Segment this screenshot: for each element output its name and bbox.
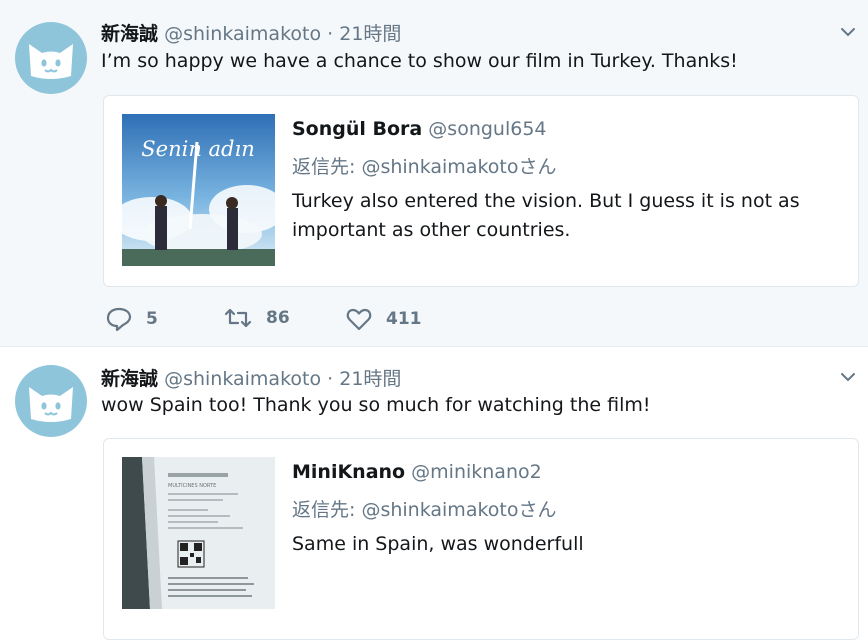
chevron-down-icon[interactable] bbox=[840, 24, 856, 40]
quoted-author-name[interactable]: Songül Bora bbox=[292, 118, 422, 140]
reply-prefix: 返信先: bbox=[292, 499, 356, 521]
timestamp[interactable]: 21時間 bbox=[339, 23, 401, 45]
timestamp[interactable]: 21時間 bbox=[339, 368, 401, 390]
reply-mention[interactable]: @shinkaimakotoさん bbox=[361, 156, 556, 178]
ticket-photo-image[interactable]: MULTICINES NORTE bbox=[122, 457, 275, 609]
movie-poster-icon: Senin adın bbox=[122, 114, 275, 266]
retweet-count: 86 bbox=[266, 308, 290, 328]
ticket-title: MULTICINES NORTE bbox=[168, 483, 216, 489]
reply-count: 5 bbox=[146, 309, 158, 329]
quoted-author-name[interactable]: MiniKnano bbox=[292, 461, 405, 483]
retweet-button[interactable]: 86 bbox=[224, 307, 290, 329]
retweet-icon bbox=[224, 308, 252, 328]
reply-context: 返信先: @shinkaimakotoさん bbox=[292, 152, 556, 179]
quoted-tweet[interactable]: Senin adın Songül Bora @songul654 返信先: @… bbox=[103, 95, 859, 287]
author-handle[interactable]: @shinkaimakoto bbox=[164, 368, 321, 390]
tweet[interactable]: 新海誠 @shinkaimakoto · 21時間 wow Spain too!… bbox=[0, 347, 868, 640]
poster-title: Senin adın bbox=[141, 137, 254, 161]
reply-button[interactable]: 5 bbox=[106, 307, 158, 331]
tweet[interactable]: 新海誠 @shinkaimakoto · 21時間 I’m so happy w… bbox=[0, 0, 868, 347]
quoted-author-handle[interactable]: @songul654 bbox=[428, 118, 546, 140]
quoted-text: Same in Spain, was wonderfull bbox=[292, 533, 584, 555]
movie-poster-image[interactable]: Senin adın bbox=[122, 114, 275, 266]
quoted-tweet[interactable]: MULTICINES NORTE MiniKnano @miniknano2 返… bbox=[103, 438, 859, 640]
cat-face-icon bbox=[29, 44, 73, 79]
author-name[interactable]: 新海誠 bbox=[101, 368, 158, 390]
author-handle[interactable]: @shinkaimakoto bbox=[164, 23, 321, 45]
tweet-header: 新海誠 @shinkaimakoto · 21時間 bbox=[101, 364, 401, 391]
quoted-author[interactable]: MiniKnano @miniknano2 bbox=[292, 461, 542, 483]
tweet-text: I’m so happy we have a chance to show ou… bbox=[101, 50, 738, 72]
like-button[interactable]: 411 bbox=[346, 307, 422, 331]
separator-dot: · bbox=[327, 368, 334, 390]
tweet-header: 新海誠 @shinkaimakoto · 21時間 bbox=[101, 19, 401, 46]
tweet-text: wow Spain too! Thank you so much for wat… bbox=[101, 394, 651, 416]
quoted-author-handle[interactable]: @miniknano2 bbox=[411, 461, 542, 483]
reply-prefix: 返信先: bbox=[292, 156, 356, 178]
quoted-author[interactable]: Songül Bora @songul654 bbox=[292, 118, 547, 140]
author-name[interactable]: 新海誠 bbox=[101, 23, 158, 45]
quoted-text: Turkey also entered the vision. But I gu… bbox=[292, 190, 800, 241]
heart-icon bbox=[346, 308, 372, 331]
avatar[interactable] bbox=[15, 22, 87, 94]
reply-icon bbox=[106, 307, 132, 331]
separator-dot: · bbox=[327, 23, 334, 45]
avatar[interactable] bbox=[15, 365, 87, 437]
reply-context: 返信先: @shinkaimakotoさん bbox=[292, 495, 556, 522]
cat-face-icon bbox=[29, 387, 73, 422]
reply-mention[interactable]: @shinkaimakotoさん bbox=[361, 499, 556, 521]
chevron-down-icon[interactable] bbox=[840, 369, 856, 385]
ticket-photo-icon: MULTICINES NORTE bbox=[122, 457, 275, 609]
like-count: 411 bbox=[386, 309, 422, 329]
